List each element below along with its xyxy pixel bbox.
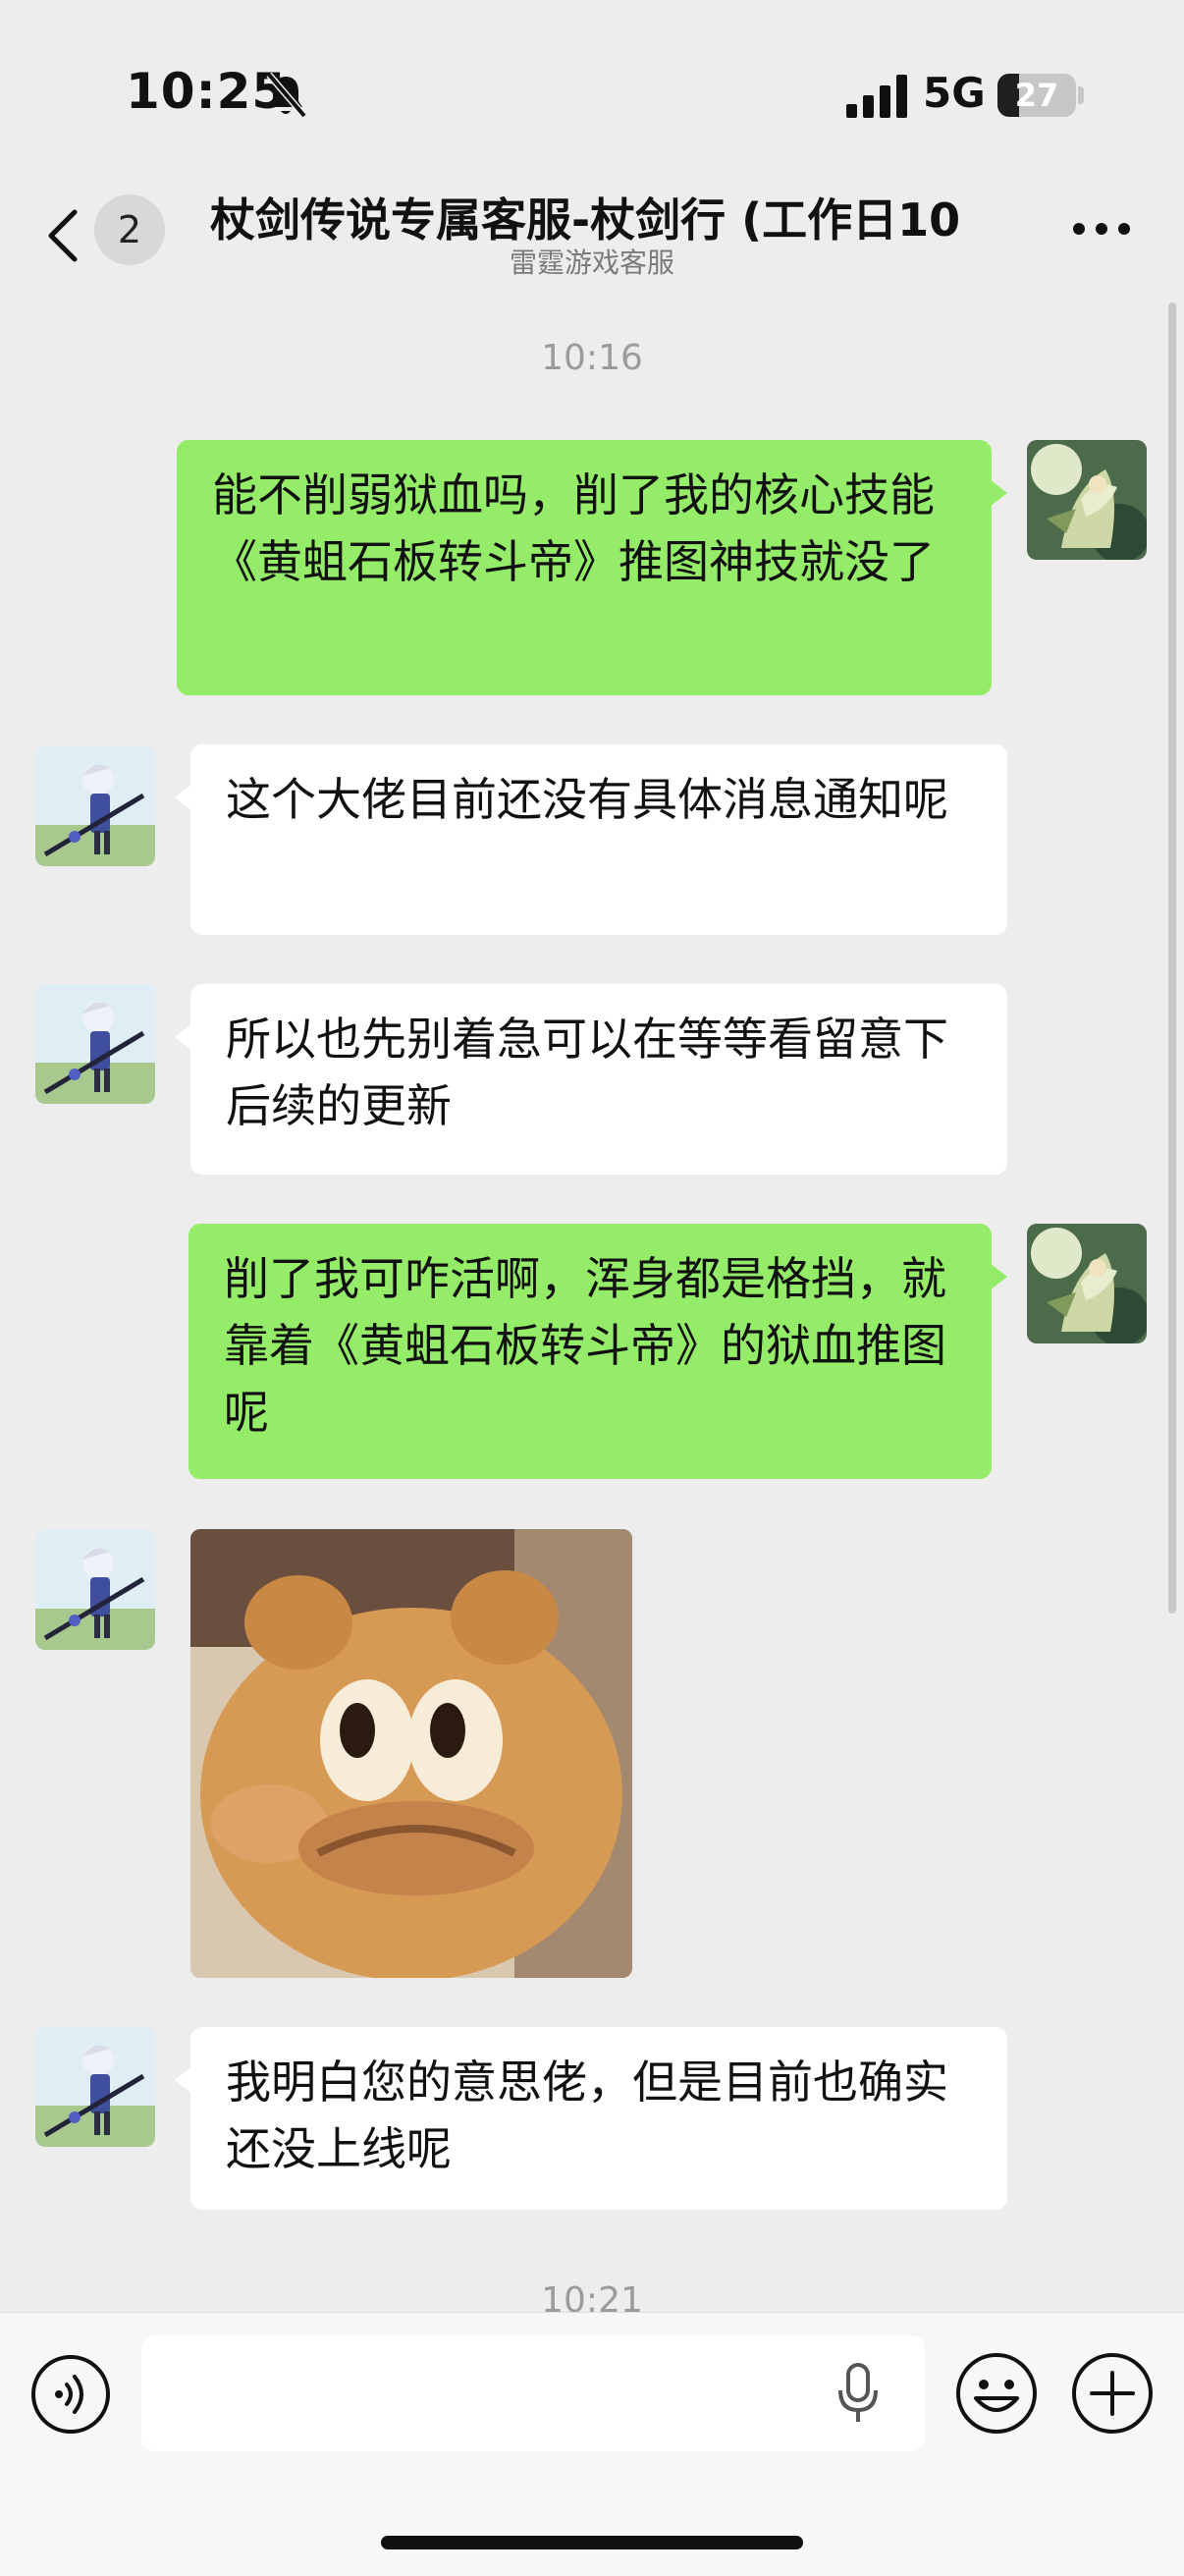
agent-avatar[interactable] [35, 746, 155, 866]
agent-avatar-image [35, 984, 155, 1104]
network-type: 5G [923, 69, 986, 117]
chat-timestamp-partial: 10:21 [541, 2280, 643, 2312]
my-avatar-image [1027, 1224, 1147, 1343]
chat-timestamp: 10:16 [541, 338, 643, 378]
microphone-icon[interactable] [836, 2363, 880, 2424]
my-avatar-image [1027, 440, 1147, 560]
agent-avatar[interactable] [35, 1530, 155, 1650]
message-input[interactable] [141, 2335, 925, 2451]
agent-avatar-image [35, 1530, 155, 1650]
sticker-image[interactable] [190, 1529, 632, 1978]
message-bubble-received[interactable]: 我明白您的意思佬，但是目前也确实还没上线呢 [175, 2027, 1007, 2210]
add-attachment-icon[interactable] [1070, 2351, 1155, 2436]
my-avatar[interactable] [1027, 1224, 1147, 1343]
cellular-signal-icon [846, 75, 907, 118]
chat-title[interactable]: 杖剑传说专属客服-杖剑行 (工作日10 [210, 185, 1015, 249]
bell-muted-icon [266, 72, 307, 119]
agent-avatar-image [35, 2027, 155, 2147]
message-bubble-received[interactable]: 这个大佬目前还没有具体消息通知呢 [175, 744, 1007, 935]
message-text: 能不削弱狱血吗，削了我的核心技能《黄蛆石板转斗帝》推图神技就没了 [212, 468, 935, 588]
message-text: 削了我可咋活啊，浑身都是格挡，就靠着《黄蛆石板转斗帝》的狱血推图呢 [224, 1252, 946, 1439]
voice-input-toggle-icon[interactable] [29, 2353, 112, 2436]
message-bubble-received[interactable]: 所以也先别着急可以在等等看留意下后续的更新 [175, 984, 1007, 1175]
emoji-icon[interactable] [954, 2351, 1039, 2436]
my-avatar[interactable] [1027, 440, 1147, 560]
battery-indicator: 27 [997, 74, 1076, 117]
battery-tip [1078, 86, 1084, 104]
message-text: 这个大佬目前还没有具体消息通知呢 [226, 773, 948, 826]
home-indicator[interactable] [381, 2536, 803, 2549]
status-bar: 10:25 5G 27 [0, 0, 1184, 177]
agent-avatar-image [35, 746, 155, 866]
battery-percent: 27 [1014, 77, 1059, 114]
message-text: 所以也先别着急可以在等等看留意下后续的更新 [226, 1013, 948, 1132]
message-bubble-sent[interactable]: 削了我可咋活啊，浑身都是格挡，就靠着《黄蛆石板转斗帝》的狱血推图呢 [188, 1224, 1007, 1479]
scrollbar[interactable] [1168, 302, 1176, 1614]
chat-subtitle: 雷霆游戏客服 [509, 247, 674, 279]
message-text: 我明白您的意思佬，但是目前也确实还没上线呢 [226, 2055, 948, 2175]
more-options-icon[interactable] [1072, 222, 1131, 236]
hamster-sticker-image [190, 1529, 632, 1978]
message-bubble-sent[interactable]: 能不削弱狱血吗，削了我的核心技能《黄蛆石板转斗帝》推图神技就没了 [177, 440, 1007, 695]
agent-avatar[interactable] [35, 2027, 155, 2147]
agent-avatar[interactable] [35, 984, 155, 1104]
